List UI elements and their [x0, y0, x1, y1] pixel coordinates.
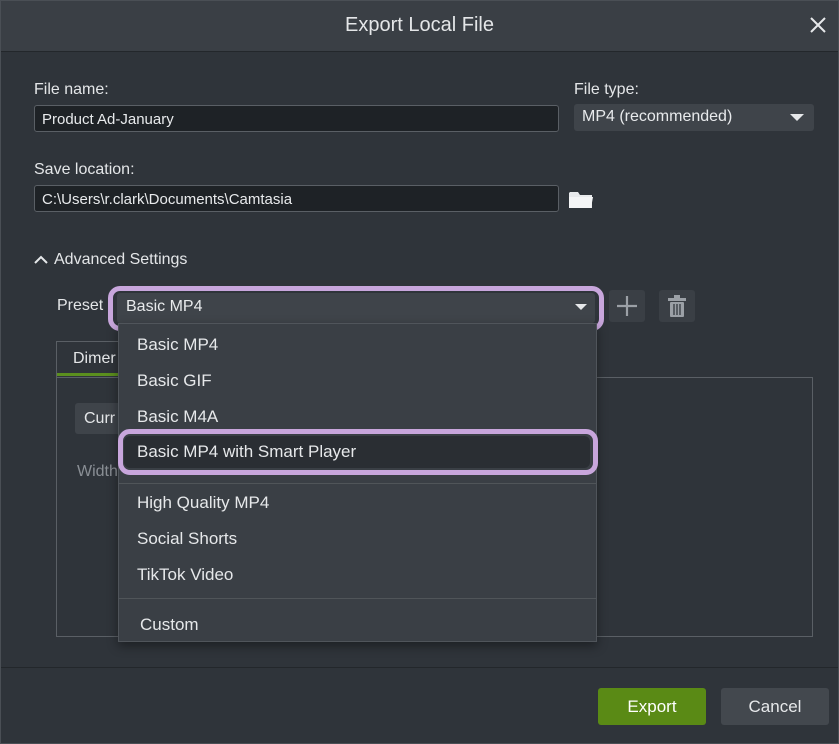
- export-dialog: Export Local File File name: Product Ad-…: [0, 0, 839, 744]
- preset-option-custom[interactable]: Custom: [140, 615, 199, 635]
- preset-option-tiktok-video[interactable]: TikTok Video: [137, 565, 233, 585]
- file-type-value: MP4 (recommended): [582, 108, 733, 125]
- file-type-label: File type:: [574, 81, 639, 98]
- advanced-settings-label: Advanced Settings: [54, 251, 188, 268]
- preset-option-basic-mp4[interactable]: Basic MP4: [137, 335, 218, 355]
- cancel-button[interactable]: Cancel: [721, 688, 829, 725]
- dialog-title: Export Local File: [345, 14, 494, 36]
- close-icon[interactable]: [808, 15, 828, 35]
- preset-option-high-quality-mp4[interactable]: High Quality MP4: [137, 493, 269, 513]
- preset-option-basic-gif[interactable]: Basic GIF: [137, 371, 212, 391]
- separator: [119, 483, 596, 484]
- caret-down-icon: [790, 114, 804, 121]
- chevron-up-icon: [34, 255, 48, 264]
- file-name-label: File name:: [34, 81, 109, 98]
- tab-dimensions[interactable]: Dimer: [56, 341, 126, 377]
- preset-option-social-shorts[interactable]: Social Shorts: [137, 529, 237, 549]
- preset-option-basic-m4a[interactable]: Basic M4A: [137, 407, 218, 427]
- tab-active-indicator: [57, 373, 121, 376]
- preset-label: Preset: [57, 297, 104, 314]
- title-bar: Export Local File: [1, 1, 838, 52]
- add-preset-button[interactable]: [609, 290, 645, 322]
- trash-icon: [668, 295, 686, 317]
- folder-icon: [569, 192, 593, 208]
- save-location-field[interactable]: C:\Users\r.clark\Documents\Camtasia: [34, 185, 559, 212]
- advanced-settings-toggle[interactable]: Advanced Settings: [34, 251, 187, 269]
- preset-dropdown-list: Basic MP4 Basic GIF Basic M4A High Quali…: [118, 323, 597, 642]
- width-label: Width: [77, 463, 118, 480]
- export-button[interactable]: Export: [598, 688, 706, 725]
- save-location-label: Save location:: [34, 161, 135, 178]
- file-name-field[interactable]: Product Ad-January: [34, 105, 559, 132]
- preset-option-highlight: [118, 429, 598, 475]
- delete-preset-button[interactable]: [659, 290, 695, 322]
- footer-divider: [1, 667, 838, 668]
- plus-icon: [617, 296, 637, 316]
- browse-folder-button[interactable]: [566, 184, 596, 214]
- separator: [119, 598, 596, 599]
- file-type-select[interactable]: MP4 (recommended): [574, 104, 814, 131]
